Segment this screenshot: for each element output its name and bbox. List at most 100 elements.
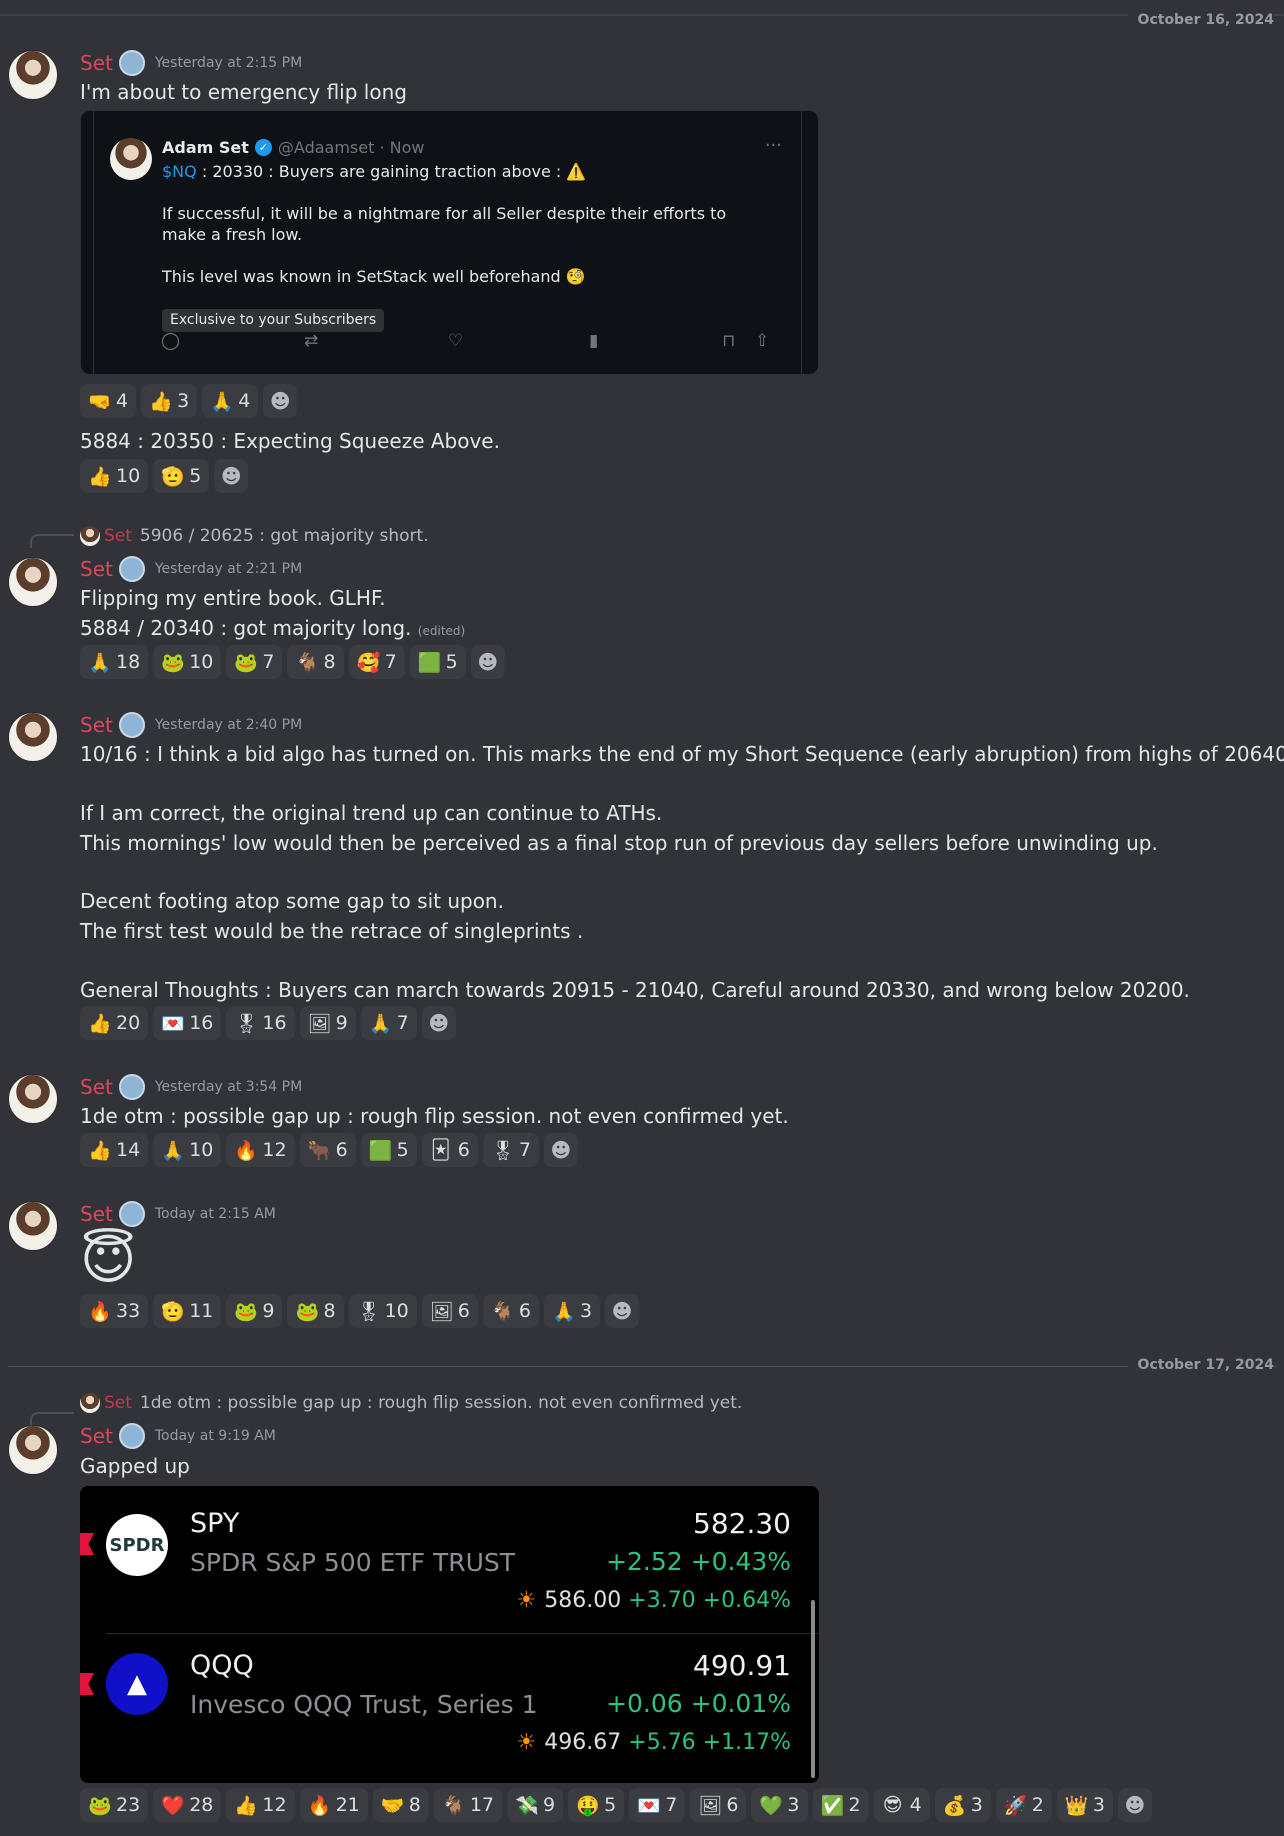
reaction-button[interactable]: 🐸 10: [153, 645, 222, 679]
reaction-button[interactable]: 🫡 11: [153, 1294, 222, 1328]
reaction-button[interactable]: 💌 7: [629, 1788, 686, 1822]
reaction-button[interactable]: 🙏 3: [543, 1294, 601, 1328]
bookmark-icon[interactable]: ⊓: [722, 331, 735, 351]
reaction-button[interactable]: 🐂 6: [299, 1133, 356, 1167]
views-icon[interactable]: ▮: [589, 331, 598, 351]
reaction-button[interactable]: 🐐 17: [433, 1788, 503, 1822]
more-options-icon[interactable]: ···: [765, 135, 782, 156]
reaction-button[interactable]: 👑 3: [1056, 1788, 1113, 1822]
reaction-button[interactable]: 👍 20: [80, 1006, 149, 1040]
reply-author[interactable]: Set: [104, 526, 132, 546]
role-badge-icon[interactable]: [118, 556, 145, 582]
reaction-button[interactable]: 🙏 4: [202, 384, 259, 418]
add-reaction-icon[interactable]: ☻: [421, 1006, 456, 1040]
role-badge-icon[interactable]: [118, 50, 145, 76]
add-reaction-icon[interactable]: ☻: [1117, 1788, 1152, 1822]
reaction-button[interactable]: 🃏 6: [421, 1133, 478, 1167]
add-reaction-icon[interactable]: ☻: [263, 384, 298, 418]
like-icon[interactable]: ♡: [448, 331, 463, 351]
add-reaction-icon[interactable]: ☻: [214, 459, 249, 493]
reaction-button[interactable]: ✅ 2: [812, 1788, 869, 1822]
scrollbar[interactable]: [811, 1600, 815, 1778]
reaction-button[interactable]: 👍 10: [80, 459, 149, 493]
timestamp[interactable]: Today at 2:15 AM: [155, 1206, 276, 1222]
cashtag-link[interactable]: $NQ: [162, 162, 197, 181]
reaction-button[interactable]: 👍 3: [141, 384, 198, 418]
avatar[interactable]: [8, 1074, 58, 1124]
reaction-button[interactable]: 🚀 2: [995, 1788, 1052, 1822]
reaction-button[interactable]: 🙏 10: [153, 1133, 222, 1167]
reaction-button[interactable]: 🔥 21: [299, 1788, 368, 1822]
reply-icon[interactable]: ◯: [161, 331, 180, 351]
reaction-button[interactable]: 🟩 5: [409, 645, 466, 679]
reaction-button[interactable]: 🙏 7: [360, 1006, 417, 1040]
role-badge-icon[interactable]: [118, 1074, 145, 1100]
timestamp[interactable]: Yesterday at 2:21 PM: [155, 561, 302, 577]
tweet-handle[interactable]: @Adaamset · Now: [278, 138, 425, 157]
role-badge-icon[interactable]: [118, 1201, 145, 1227]
reply-text[interactable]: 1de otm : possible gap up : rough flip s…: [140, 1393, 742, 1413]
reaction-button[interactable]: 👍 14: [80, 1133, 149, 1167]
tweet-avatar[interactable]: [110, 138, 152, 180]
reaction-button[interactable]: 🟩 5: [360, 1133, 417, 1167]
add-reaction-icon[interactable]: ☻: [605, 1294, 640, 1328]
reaction-button[interactable]: 🤜 4: [80, 384, 137, 418]
reaction-button[interactable]: 🐐 8: [287, 645, 344, 679]
reaction-button[interactable]: 🐸 8: [287, 1294, 344, 1328]
reaction-button[interactable]: 🫡 5: [153, 459, 210, 493]
reaction-button[interactable]: 💚 3: [751, 1788, 808, 1822]
author-name[interactable]: Set: [80, 713, 113, 737]
reaction-button[interactable]: 🐸 9: [226, 1294, 283, 1328]
reaction-button[interactable]: 👍 12: [226, 1788, 295, 1822]
reaction-button[interactable]: ❤️ 28: [153, 1788, 222, 1822]
reaction-button[interactable]: 💰 3: [934, 1788, 991, 1822]
reaction-button[interactable]: 🎖 7: [482, 1133, 539, 1167]
stock-row-qqq[interactable]: ▲ QQQ Invesco QQQ Trust, Series 1 490.91…: [80, 1631, 819, 1771]
avatar[interactable]: [8, 557, 58, 607]
reaction-button[interactable]: 🥰 7: [348, 645, 405, 679]
reaction-button[interactable]: 💸 9: [507, 1788, 564, 1822]
reaction-button[interactable]: 🔥 12: [226, 1133, 295, 1167]
avatar[interactable]: [8, 712, 58, 762]
reaction-button[interactable]: 🖼 6: [690, 1788, 747, 1822]
author-name[interactable]: Set: [80, 1202, 113, 1226]
stock-row-spy[interactable]: SPDR SPY SPDR S&P 500 ETF TRUST 582.30 +…: [80, 1486, 819, 1626]
stock-embed[interactable]: SPDR SPY SPDR S&P 500 ETF TRUST 582.30 +…: [80, 1486, 819, 1783]
author-name[interactable]: Set: [80, 557, 113, 581]
reaction-button[interactable]: 🎖 10: [348, 1294, 417, 1328]
reaction-button[interactable]: 🐸 23: [80, 1788, 149, 1822]
timestamp[interactable]: Yesterday at 2:40 PM: [155, 717, 302, 733]
timestamp[interactable]: Today at 9:19 AM: [155, 1428, 276, 1444]
avatar[interactable]: [8, 50, 58, 100]
reaction-button[interactable]: 🤝 8: [372, 1788, 429, 1822]
share-icon[interactable]: ⇧: [755, 331, 769, 351]
timestamp[interactable]: Yesterday at 2:15 PM: [155, 55, 302, 71]
reaction-button[interactable]: 🎖 16: [226, 1006, 295, 1040]
reaction-button[interactable]: 🐸 7: [226, 645, 283, 679]
reaction-button[interactable]: 💌 16: [153, 1006, 222, 1040]
add-reaction-icon[interactable]: ☻: [543, 1133, 578, 1167]
add-reaction-icon[interactable]: ☻: [470, 645, 505, 679]
reply-text[interactable]: 5906 / 20625 : got majority short.: [140, 526, 429, 546]
timestamp[interactable]: Yesterday at 3:54 PM: [155, 1079, 302, 1095]
reply-preview[interactable]: Set 5906 / 20625 : got majority short.: [80, 526, 429, 546]
reaction-button[interactable]: 🐐 6: [482, 1294, 539, 1328]
retweet-icon[interactable]: ⇄: [304, 331, 318, 351]
reaction-button[interactable]: 🖼 9: [299, 1006, 356, 1040]
reply-author[interactable]: Set: [104, 1393, 132, 1413]
reaction-button[interactable]: 🔥 33: [80, 1294, 149, 1328]
author-name[interactable]: Set: [80, 1424, 113, 1448]
reply-preview[interactable]: Set 1de otm : possible gap up : rough fl…: [80, 1393, 742, 1413]
role-badge-icon[interactable]: [118, 1423, 145, 1449]
reaction-button[interactable]: 🤑 5: [568, 1788, 625, 1822]
avatar[interactable]: [8, 1201, 58, 1251]
avatar[interactable]: [8, 1425, 58, 1475]
author-name[interactable]: Set: [80, 1075, 113, 1099]
reaction-button[interactable]: 🖼 6: [421, 1294, 478, 1328]
tweet-embed[interactable]: Adam Set ✓ @Adaamset · Now ··· $NQ : 203…: [80, 110, 819, 375]
role-badge-icon[interactable]: [118, 712, 145, 738]
tweet-author-name[interactable]: Adam Set: [162, 138, 249, 157]
author-name[interactable]: Set: [80, 51, 113, 75]
reaction-button[interactable]: 🙏 18: [80, 645, 149, 679]
reaction-button[interactable]: 😎 4: [873, 1788, 930, 1822]
